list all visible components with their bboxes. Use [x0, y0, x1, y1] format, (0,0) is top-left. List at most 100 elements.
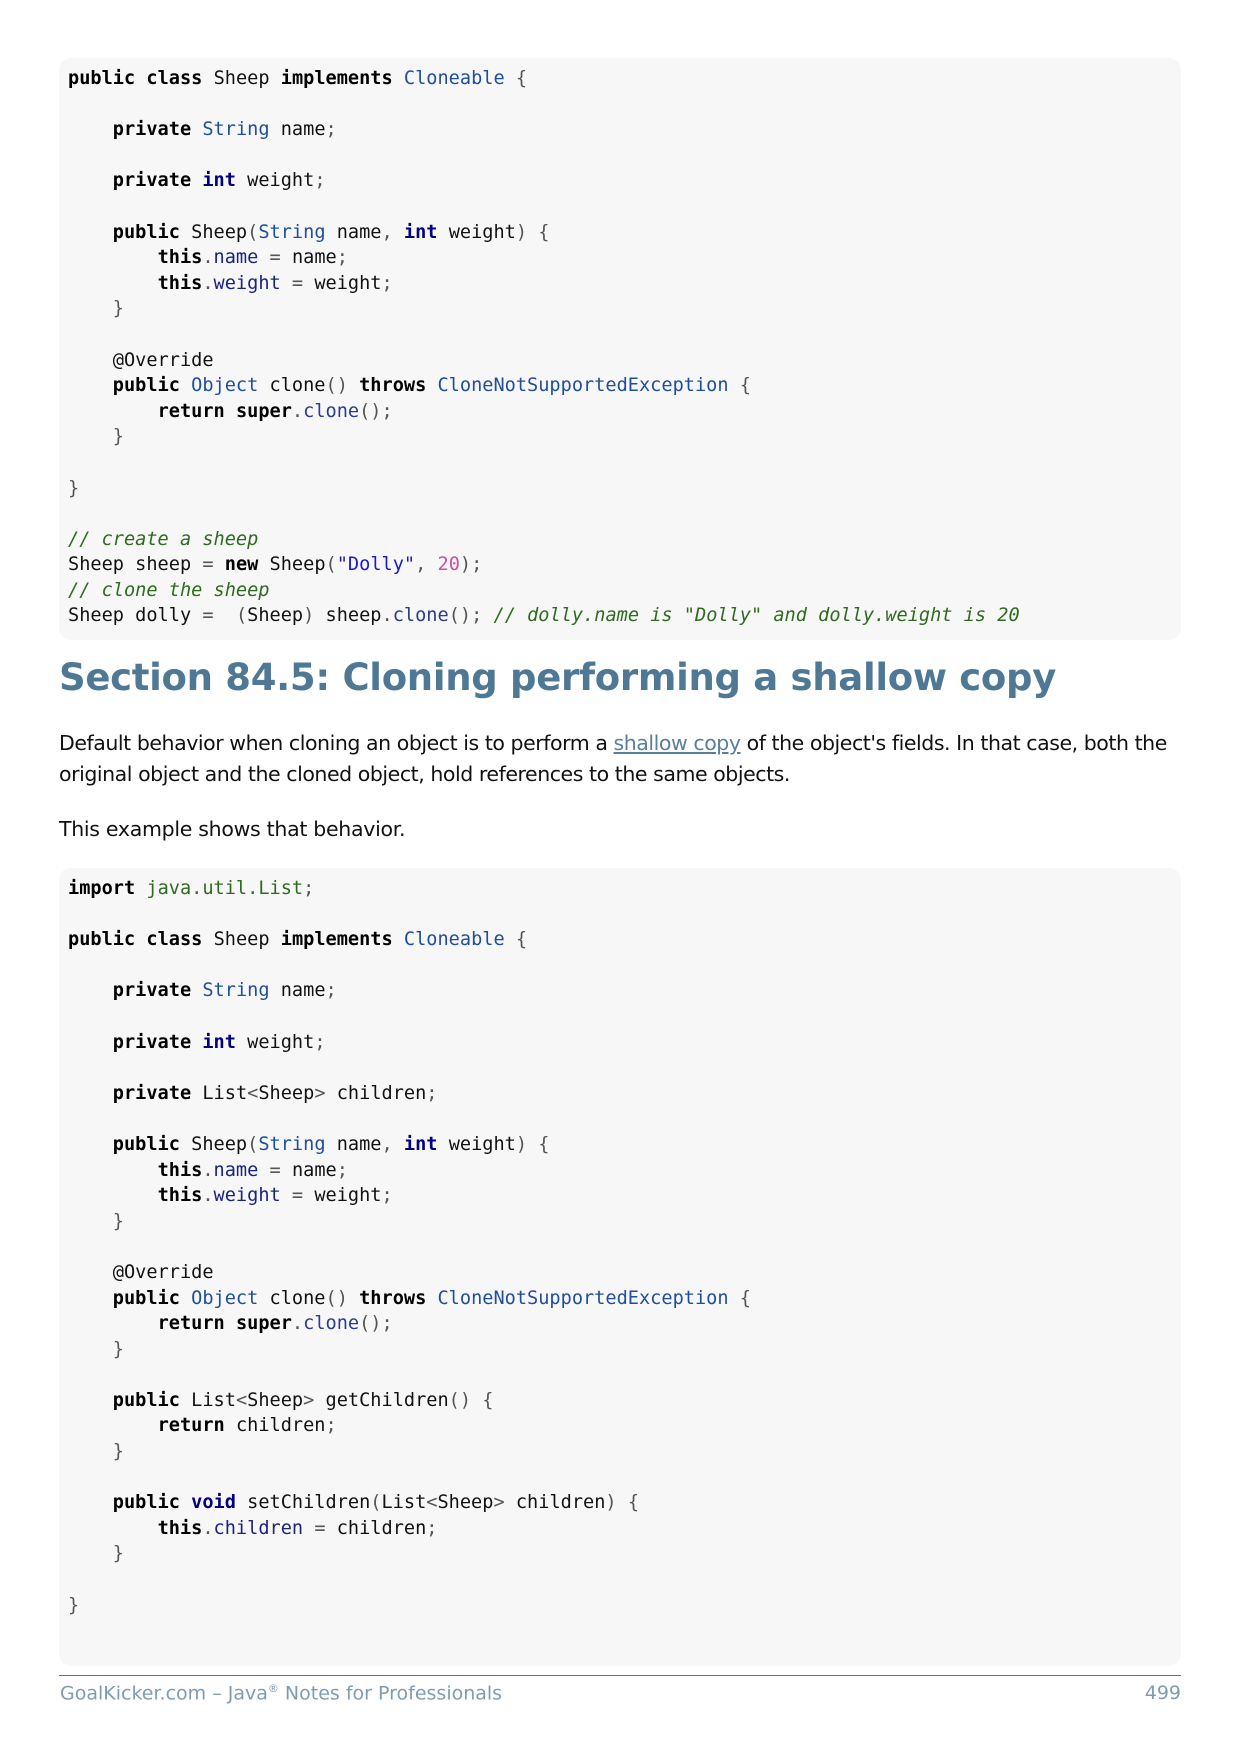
- registered-mark: ®: [267, 1682, 279, 1695]
- code-token: int: [202, 1031, 236, 1053]
- footer-divider: [59, 1675, 1181, 1676]
- code-token: {: [627, 1492, 640, 1514]
- code-block-sheep-cloneable: public class Sheep implements Cloneable …: [59, 58, 1181, 640]
- code-token: ;: [303, 878, 315, 899]
- code-token: ;: [325, 1415, 337, 1437]
- code-line: public Object clone() throws CloneNotSup…: [68, 373, 1181, 399]
- code-token: this: [157, 247, 203, 269]
- code-line: public List<Sheep> getChildren() {: [68, 1388, 1181, 1414]
- code-line: Sheep sheep = new Sheep("Dolly", 20);: [68, 552, 1181, 578]
- code-line: public void setChildren(List<Sheep> chil…: [68, 1490, 1181, 1516]
- code-line: }: [68, 1593, 1181, 1619]
- code-token: name: [213, 247, 259, 269]
- code-token: <: [247, 1082, 259, 1104]
- code-token: >: [303, 1389, 315, 1411]
- code-token: weight: [247, 1031, 315, 1053]
- code-token: clone: [392, 605, 449, 627]
- code-token: ): [515, 1133, 528, 1155]
- code-token: }: [112, 426, 124, 448]
- code-token: Sheep: [269, 554, 326, 576]
- code-token: public: [112, 1492, 180, 1514]
- code-token: );: [459, 554, 483, 576]
- code-token: private: [112, 1082, 192, 1104]
- code-token: String: [202, 119, 270, 141]
- code-token: int: [403, 1133, 438, 1155]
- code-token: class: [146, 929, 203, 951]
- code-token: .: [202, 1159, 214, 1181]
- code-token: (: [247, 221, 259, 243]
- code-line: @Override: [68, 348, 1181, 374]
- code-token: =: [269, 1159, 281, 1181]
- code-token: import: [68, 878, 136, 899]
- code-line: public class Sheep implements Cloneable …: [68, 66, 1181, 92]
- code-token: ;: [381, 272, 393, 294]
- code-token: throws: [359, 375, 427, 397]
- paragraph-shallow-copy: Default behavior when cloning an object …: [59, 728, 1189, 790]
- code-token: this: [157, 1185, 203, 1207]
- code-token: return: [157, 1415, 225, 1437]
- code-token: (): [448, 1389, 472, 1411]
- code-token: ): [605, 1492, 617, 1514]
- code-token: weight: [314, 272, 382, 294]
- code-token: java.util.List: [146, 878, 304, 899]
- code-token: }: [68, 1594, 80, 1616]
- code-token: name: [336, 1133, 382, 1155]
- code-token: List: [202, 1082, 248, 1104]
- code-token: }: [112, 1210, 124, 1232]
- footer-title-text: Notes for Professionals: [278, 1682, 503, 1705]
- code-token: Sheep: [247, 605, 304, 627]
- code-token: }: [112, 1338, 124, 1360]
- code-token: this: [157, 272, 203, 294]
- code-token: =: [291, 1185, 304, 1207]
- code-token: this: [157, 1159, 203, 1181]
- code-token: .: [291, 400, 304, 422]
- code-token: private: [112, 980, 192, 1002]
- paragraph-example: This example shows that behavior.: [59, 817, 406, 841]
- code-line: public Object clone() throws CloneNotSup…: [68, 1286, 1181, 1312]
- code-token: .: [202, 1185, 214, 1207]
- code-token: String: [258, 221, 326, 243]
- code-token: =: [314, 1517, 326, 1539]
- code-token: ,: [381, 1133, 393, 1155]
- code-line: private String name;: [68, 117, 1181, 143]
- shallow-copy-link[interactable]: shallow copy: [614, 731, 741, 755]
- code-token: .: [202, 1517, 214, 1539]
- code-token: String: [258, 1133, 326, 1155]
- code-token: =: [291, 272, 304, 294]
- code-string: "Dolly": [336, 554, 416, 576]
- code-token: {: [538, 1133, 550, 1155]
- code-token: ;: [381, 1185, 393, 1207]
- code-token: (: [370, 1492, 382, 1514]
- code-line: return super.clone();: [68, 399, 1181, 425]
- code-token: children: [213, 1517, 304, 1539]
- code-token: name: [213, 1159, 259, 1181]
- code-line: }: [68, 1541, 1181, 1567]
- code-token: clone: [269, 1287, 326, 1309]
- code-token: throws: [359, 1287, 427, 1309]
- code-token: ;: [426, 1082, 438, 1104]
- code-line: }: [68, 296, 1181, 322]
- code-line: this.name = name;: [68, 245, 1181, 271]
- code-token: public: [112, 221, 180, 243]
- code-token: weight: [213, 1185, 281, 1207]
- code-token: public: [112, 1133, 180, 1155]
- code-line: return super.clone();: [68, 1311, 1181, 1337]
- code-token: children: [235, 1415, 326, 1437]
- code-token: int: [202, 170, 236, 192]
- code-token: }: [112, 298, 124, 320]
- code-line: import java.util.List;: [68, 876, 1181, 902]
- section-heading: Section 84.5: Cloning performing a shall…: [59, 656, 1057, 699]
- code-token: <: [235, 1389, 248, 1411]
- code-token: weight: [213, 272, 281, 294]
- code-token: private: [112, 170, 192, 192]
- code-token: weight: [448, 221, 516, 243]
- code-token: ();: [359, 1313, 393, 1335]
- code-token: name: [291, 247, 337, 269]
- code-line: public Sheep(String name, int weight) {: [68, 220, 1181, 246]
- code-token: this: [157, 1517, 203, 1539]
